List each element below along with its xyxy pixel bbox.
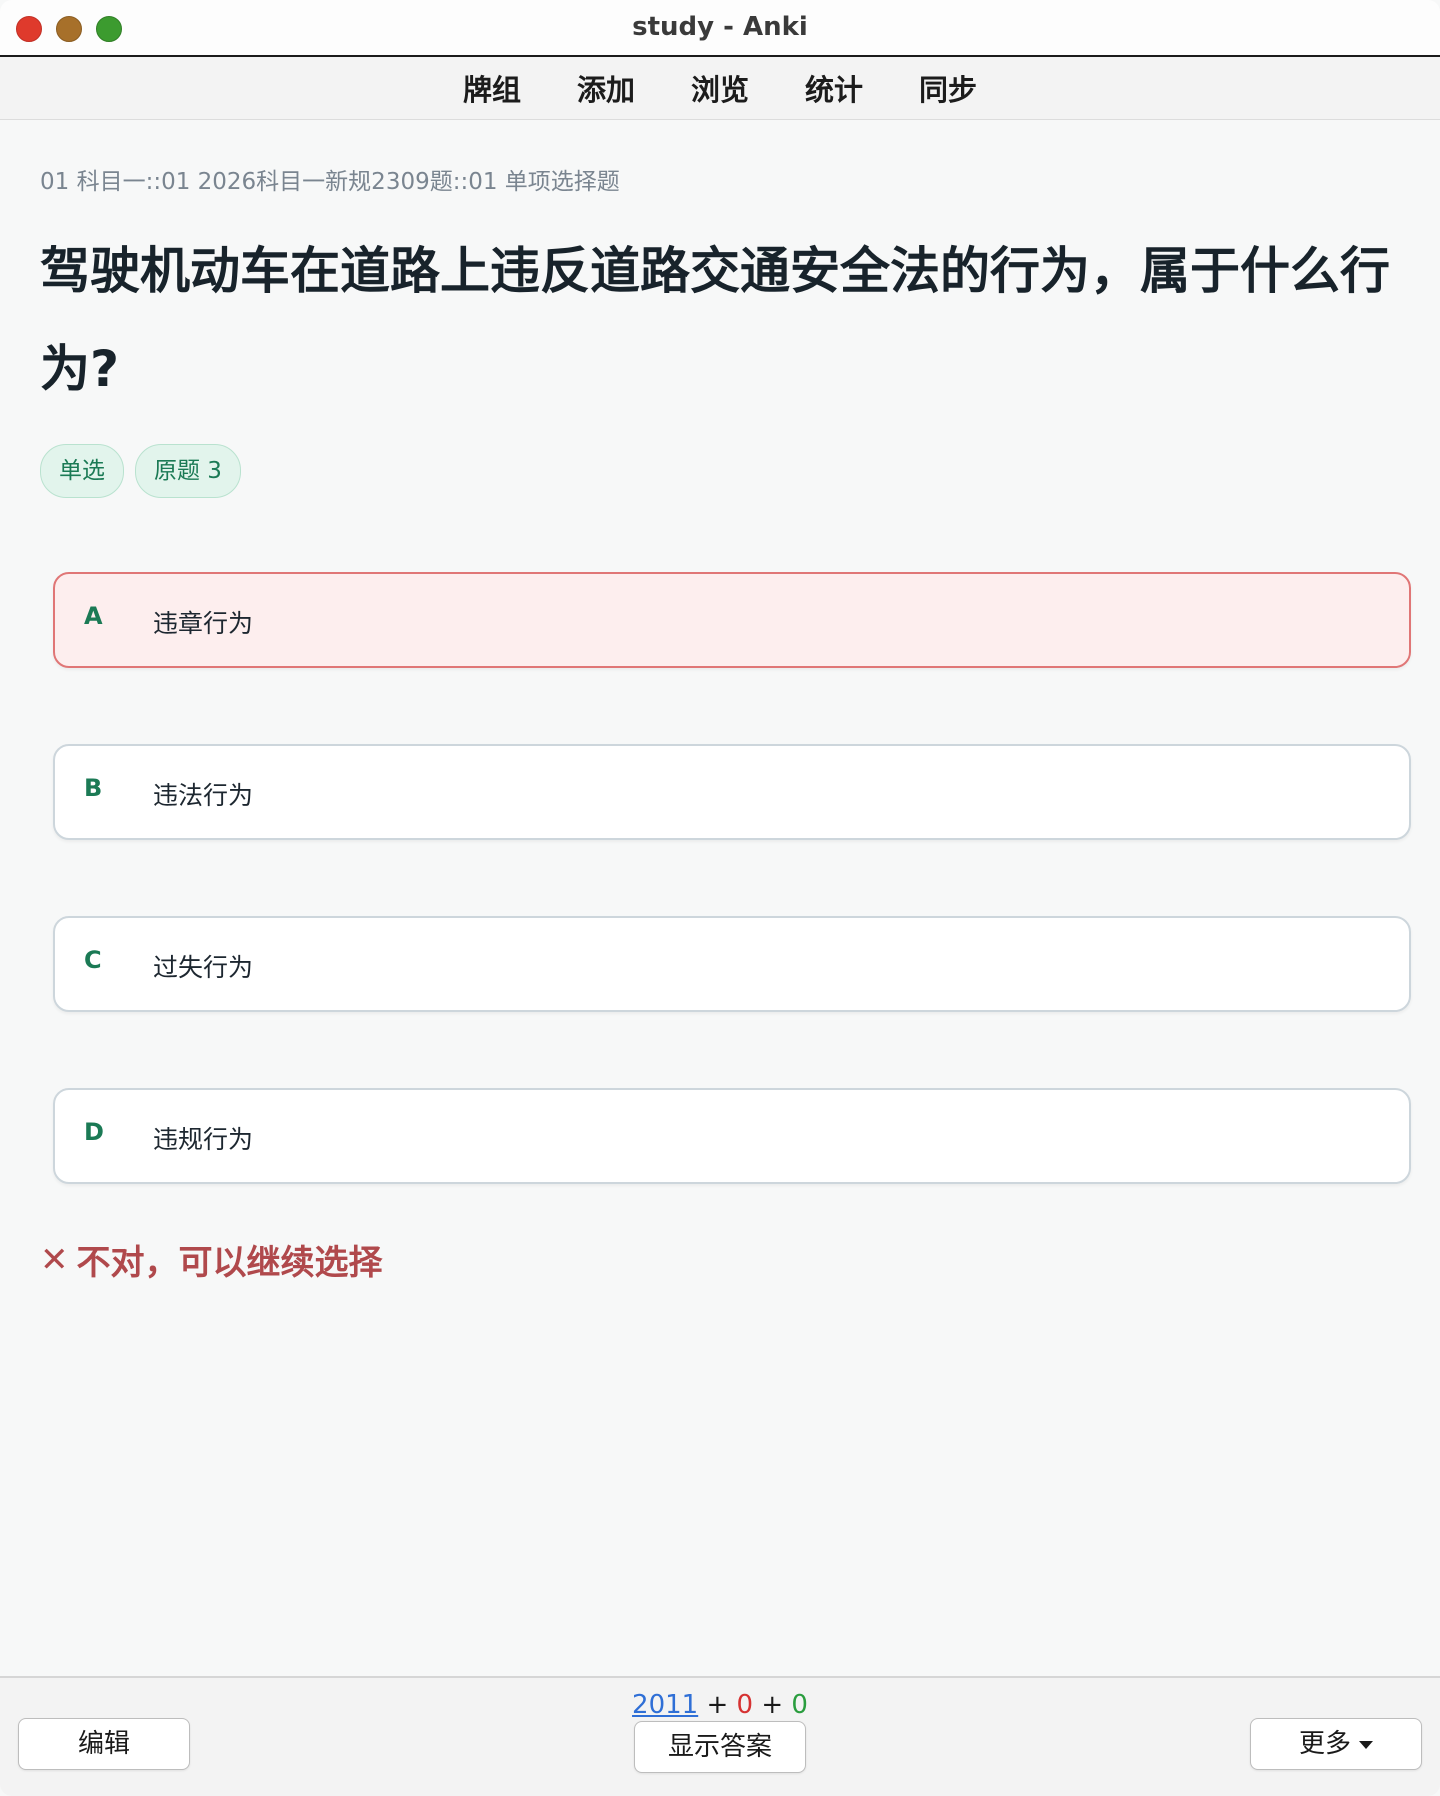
deck-path: 01 科目一::01 2026科目一新规2309题::01 单项选择题: [40, 169, 620, 195]
more-button[interactable]: 更多: [1250, 1718, 1422, 1770]
option-text: 违章行为: [153, 609, 254, 638]
edit-button-label: 编辑: [77, 1729, 130, 1759]
count-separator: +: [753, 1690, 792, 1720]
option-letter: D: [84, 1118, 104, 1146]
option-text: 违规行为: [153, 1125, 254, 1154]
edit-button[interactable]: 编辑: [18, 1718, 190, 1770]
new-count[interactable]: 2011: [632, 1690, 698, 1720]
toolbar-sync[interactable]: 同步: [891, 67, 1005, 109]
option-a[interactable]: A 违章行为: [53, 572, 1411, 668]
learn-count: 0: [736, 1690, 754, 1720]
due-counts: 2011 + 0 + 0: [0, 1690, 1440, 1720]
option-c[interactable]: C 过失行为: [53, 916, 1411, 1012]
tag-original-question: 原题 3: [135, 444, 241, 498]
option-d[interactable]: D 违规行为: [53, 1088, 1411, 1184]
count-separator: +: [698, 1690, 737, 1720]
option-text: 违法行为: [153, 781, 254, 810]
bottom-bar: 2011 + 0 + 0 编辑 显示答案 更多: [0, 1676, 1440, 1796]
toolbar-add[interactable]: 添加: [549, 67, 663, 109]
anki-window: study - Anki 牌组 添加 浏览 统计 同步 01 科目一::01 2…: [0, 0, 1440, 1796]
option-b[interactable]: B 违法行为: [53, 744, 1411, 840]
option-text: 过失行为: [153, 953, 254, 982]
question-text: 驾驶机动车在道路上违反道路交通安全法的行为，属于什么行为?: [40, 242, 1390, 398]
main-toolbar: 牌组 添加 浏览 统计 同步: [0, 57, 1440, 120]
toolbar-browse[interactable]: 浏览: [663, 67, 777, 109]
show-answer-label: 显示答案: [667, 1732, 772, 1762]
window-title: study - Anki: [632, 12, 808, 42]
toolbar-stats[interactable]: 统计: [777, 67, 891, 109]
feedback-text: 不对，可以继续选择: [76, 1243, 383, 1283]
show-answer-button[interactable]: 显示答案: [634, 1721, 806, 1773]
title-bar: study - Anki: [0, 0, 1440, 57]
option-letter: B: [84, 774, 103, 802]
option-letter: A: [84, 602, 103, 630]
answer-feedback: ✕ 不对，可以继续选择: [40, 1235, 383, 1284]
option-letter: C: [84, 946, 102, 974]
review-count: 0: [791, 1690, 808, 1720]
tag-list: 单选 原题 3: [40, 444, 241, 498]
option-list: A 违章行为 B 违法行为 C 过失行为 D 违规行为: [53, 572, 1411, 1260]
tag-single-choice: 单选: [40, 444, 124, 498]
cross-icon: ✕: [40, 1239, 69, 1280]
more-button-label: 更多: [1298, 1729, 1351, 1759]
toolbar-decks[interactable]: 牌组: [435, 67, 549, 109]
caret-down-icon: [1359, 1740, 1373, 1749]
